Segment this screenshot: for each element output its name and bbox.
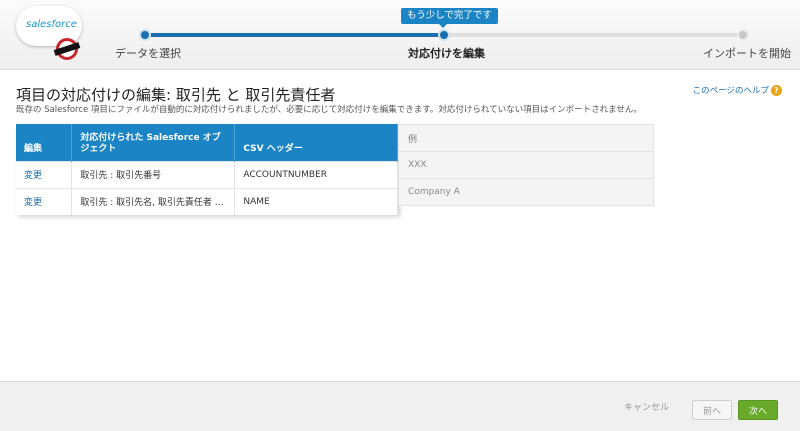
step-dot-start-import xyxy=(737,29,749,41)
example-value: XXX xyxy=(398,151,654,179)
step-dot-edit-mapping xyxy=(438,29,450,41)
column-header-edit: 編集 xyxy=(16,124,73,161)
column-header-csv: CSV ヘッダー xyxy=(234,124,398,161)
column-header-salesforce-object: 対応付けられた Salesforce オブジェクト xyxy=(71,124,236,161)
page-title: 項目の対応付けの編集: 取引先 と 取引先責任者 xyxy=(16,86,336,104)
column-header-example: 例 xyxy=(398,124,654,152)
table-row: XXX xyxy=(398,151,654,179)
page-description: 既存の Salesforce 項目にファイルが自動的に対応付けられましたが、必要… xyxy=(16,105,642,115)
csv-header: NAME xyxy=(234,187,398,215)
wizard-footer xyxy=(0,381,800,431)
example-value: Company A xyxy=(398,178,654,206)
example-table: 例 XXX Company A xyxy=(398,124,654,206)
progress-fill xyxy=(145,33,444,37)
field-mapping-table: 編集 対応付けられた Salesforce オブジェクト CSV ヘッダー 変更… xyxy=(16,124,398,215)
change-mapping-link[interactable]: 変更 xyxy=(16,160,73,188)
question-icon[interactable]: ? xyxy=(771,85,782,96)
wizard-header: salesforce データを選択 対応付けを編集 インポートを開始 もう少しで… xyxy=(0,0,800,70)
step-dot-select-data xyxy=(139,29,151,41)
mapped-object: 取引先 : 取引先名, 取引先責任者 : ... xyxy=(71,187,236,215)
salesforce-logo: salesforce xyxy=(16,6,82,62)
table-row: Company A xyxy=(398,178,654,206)
previous-button[interactable]: 前へ xyxy=(692,400,732,420)
step-label-edit-mapping: 対応付けを編集 xyxy=(408,47,485,60)
mapped-object: 取引先 : 取引先番号 xyxy=(71,160,236,188)
step-label-start-import: インポートを開始 xyxy=(703,47,791,60)
table-row: 変更 取引先 : 取引先番号 ACCOUNTNUMBER xyxy=(16,160,398,188)
change-mapping-link[interactable]: 変更 xyxy=(16,187,73,215)
cancel-button[interactable]: キャンセル xyxy=(624,400,669,413)
csv-header: ACCOUNTNUMBER xyxy=(234,160,398,188)
progress-tooltip: もう少しで完了です xyxy=(401,8,498,28)
step-label-select-data: データを選択 xyxy=(115,47,181,60)
next-button[interactable]: 次へ xyxy=(738,400,778,420)
table-row: 変更 取引先 : 取引先名, 取引先責任者 : ... NAME xyxy=(16,187,398,215)
help-link[interactable]: このページのヘルプ? xyxy=(693,84,782,96)
